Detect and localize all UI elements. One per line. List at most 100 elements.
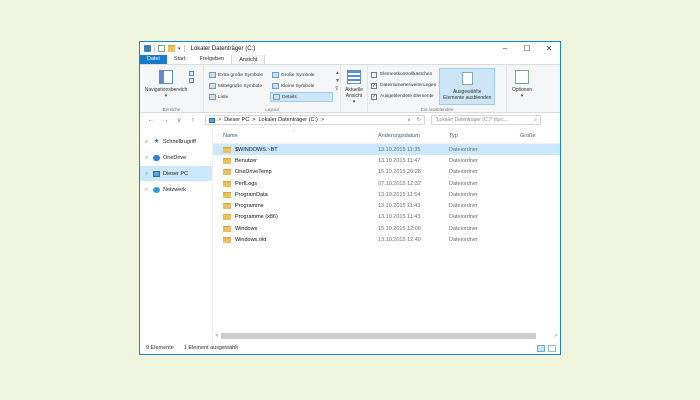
file-type: Dateiordner xyxy=(449,191,478,198)
file-name-cell: Programme xyxy=(223,203,378,210)
view-toggle xyxy=(537,344,560,352)
file-date: 13.10.2015 11:43 xyxy=(378,214,421,221)
nav-item-label: OneDrive xyxy=(163,154,187,161)
details-icon xyxy=(273,94,280,100)
nav-item-label: Netzwerk xyxy=(163,186,186,193)
file-date: 15.10.2015 12:00 xyxy=(378,225,421,232)
table-row[interactable]: Programme (x86) 13.10.2015 11:43 Dateior… xyxy=(213,212,560,223)
address-field[interactable]: > Dieser PC > Lokaler Datenträger (C:) >… xyxy=(205,115,425,125)
breadcrumb-separator[interactable]: > xyxy=(321,117,324,123)
forward-button[interactable]: → xyxy=(161,117,169,124)
toolbar-divider xyxy=(154,45,155,52)
file-name: Windows xyxy=(235,225,258,232)
expand-arrow[interactable]: > xyxy=(145,187,150,193)
properties-icon[interactable] xyxy=(158,45,165,52)
navigation-pane-caret: ▾ xyxy=(164,93,168,99)
tab-start[interactable]: Start xyxy=(167,54,193,64)
folder-icon xyxy=(223,203,231,210)
cloud-icon xyxy=(153,154,160,161)
checkbox[interactable]: ✓ xyxy=(371,93,377,100)
address-bar-row: ← → ∨ ↑ > Dieser PC > Lokaler Datenträge… xyxy=(140,113,560,127)
checkbox-label: Dateinamenerweiterungen xyxy=(380,83,437,88)
table-row[interactable]: Windows.old 13.10.2015 12:40 Dateiordner xyxy=(213,234,560,245)
ribbon-group-layout: Extra große Symbole Große Symbole Mittel… xyxy=(204,65,341,113)
current-view-icon xyxy=(347,70,361,84)
nav-item-label: Dieser PC xyxy=(163,170,189,177)
file-name: Programme (x86) xyxy=(235,214,278,221)
checkbox-label: Elementkontrollkästchen xyxy=(380,72,433,77)
checkbox[interactable]: ✓ xyxy=(371,82,377,89)
address-dropdown-button[interactable]: ∨ xyxy=(407,117,411,123)
layout-scroll-down-button[interactable]: ▼ xyxy=(335,77,340,85)
table-row[interactable]: ProgramData 13.10.2015 11:54 Dateiordner xyxy=(213,189,560,200)
minimize-button[interactable]: – xyxy=(494,42,516,55)
column-header-size[interactable]: Größe xyxy=(520,133,560,139)
file-extensions-toggle[interactable]: ✓ Dateinamenerweiterungen xyxy=(371,81,436,90)
details-view-icon[interactable] xyxy=(537,344,545,352)
scrollbar-thumb[interactable] xyxy=(221,333,536,339)
column-header-name[interactable]: Name xyxy=(223,133,378,139)
horizontal-scrollbar[interactable]: < > xyxy=(213,332,560,340)
breadcrumb-local-disk[interactable]: Lokaler Datenträger (C:) xyxy=(259,117,318,123)
file-name-cell: PerfLogs xyxy=(223,180,378,187)
folder-icon xyxy=(223,146,231,153)
layout-option-details[interactable]: Details xyxy=(270,92,333,102)
scrollbar-track[interactable] xyxy=(221,333,552,339)
table-row[interactable]: $WINDOWS.~BT 13.10.2015 11:35 Dateiordne… xyxy=(213,144,560,156)
close-button[interactable]: ✕ xyxy=(538,42,560,55)
checkbox[interactable] xyxy=(371,71,377,78)
refresh-button[interactable]: ↻ xyxy=(417,117,421,123)
breadcrumb-separator[interactable]: > xyxy=(218,117,221,123)
nav-item-this-pc[interactable]: > Dieser PC xyxy=(140,166,212,181)
table-row[interactable]: Windows 15.10.2015 12:00 Dateiordner xyxy=(213,223,560,234)
file-type: Dateiordner xyxy=(449,169,478,176)
back-button[interactable]: ← xyxy=(147,117,155,124)
new-folder-icon[interactable] xyxy=(168,45,175,52)
expand-arrow[interactable]: > xyxy=(145,139,150,145)
large-icons-view-icon[interactable] xyxy=(548,344,556,352)
item-checkboxes-toggle[interactable]: Elementkontrollkästchen xyxy=(371,70,436,79)
table-row[interactable]: OneDriveTemp 15.10.2015 20:28 Dateiordne… xyxy=(213,167,560,178)
current-view-button[interactable]: Aktuelle Ansicht ▾ xyxy=(344,67,364,105)
file-name-cell: ProgramData xyxy=(223,191,378,198)
layout-option-label: Liste xyxy=(218,94,229,100)
item-count: 9 Elemente xyxy=(146,345,174,351)
recent-locations-button[interactable]: ∨ xyxy=(175,116,183,124)
breadcrumb-separator[interactable]: > xyxy=(252,117,255,123)
options-button[interactable]: Optionen ▾ xyxy=(510,67,534,99)
nav-item-network[interactable]: > Netzwerk xyxy=(140,182,212,197)
up-button[interactable]: ↑ xyxy=(189,117,197,124)
file-name-cell: Windows.old xyxy=(223,237,378,244)
layout-scroll-up-button[interactable]: ▲ xyxy=(335,69,340,77)
table-row[interactable]: Programme 13.10.2015 11:43 Dateiordner xyxy=(213,200,560,211)
table-row[interactable]: PerfLogs 07.10.2015 12:32 Dateiordner xyxy=(213,178,560,189)
preview-pane-icon[interactable] xyxy=(189,71,194,76)
column-header-date[interactable]: Änderungsdatum xyxy=(378,133,449,139)
tab-file[interactable]: Datei xyxy=(140,54,167,64)
nav-item-label: Schnellzugriff xyxy=(163,138,196,145)
nav-item-onedrive[interactable]: > OneDrive xyxy=(140,150,212,165)
customize-toolbar-button[interactable]: ▾ xyxy=(178,46,181,52)
details-pane-icon[interactable] xyxy=(189,78,194,83)
layout-option-extra-large-icons[interactable]: Extra große Symbole xyxy=(207,70,270,80)
tab-view[interactable]: Ansicht xyxy=(231,54,266,64)
layout-option-large-icons[interactable]: Große Symbole xyxy=(270,70,333,80)
tab-share[interactable]: Freigeben xyxy=(192,54,231,64)
maximize-button[interactable]: ☐ xyxy=(516,42,538,55)
column-header-type[interactable]: Typ xyxy=(449,133,520,139)
hide-selected-items-button[interactable]: Ausgewählte Elemente ausblenden xyxy=(439,68,496,105)
nav-item-quick-access[interactable]: > ★ Schnellzugriff xyxy=(140,134,212,149)
layout-option-medium-icons[interactable]: Mittelgroße Symbole xyxy=(207,81,270,91)
expand-arrow[interactable]: > xyxy=(145,155,150,161)
hidden-items-toggle[interactable]: ✓ Ausgeblendete Elemente xyxy=(371,92,436,101)
layout-more-button[interactable]: ⊽ xyxy=(335,85,340,93)
breadcrumb-this-pc[interactable]: Dieser PC xyxy=(224,117,249,123)
scroll-right-button[interactable]: > xyxy=(552,333,560,339)
expand-arrow[interactable]: > xyxy=(145,171,150,177)
layout-option-list[interactable]: Liste xyxy=(207,92,270,102)
file-date: 13.10.2015 12:40 xyxy=(378,237,421,244)
scroll-left-button[interactable]: < xyxy=(213,333,221,339)
layout-option-small-icons[interactable]: Kleine Symbole xyxy=(270,81,333,91)
table-row[interactable]: Benutzer 13.10.2015 11:47 Dateiordner xyxy=(213,155,560,166)
search-input[interactable]: "Lokaler Datenträger (C:)" durc... ⌕ xyxy=(431,115,541,125)
